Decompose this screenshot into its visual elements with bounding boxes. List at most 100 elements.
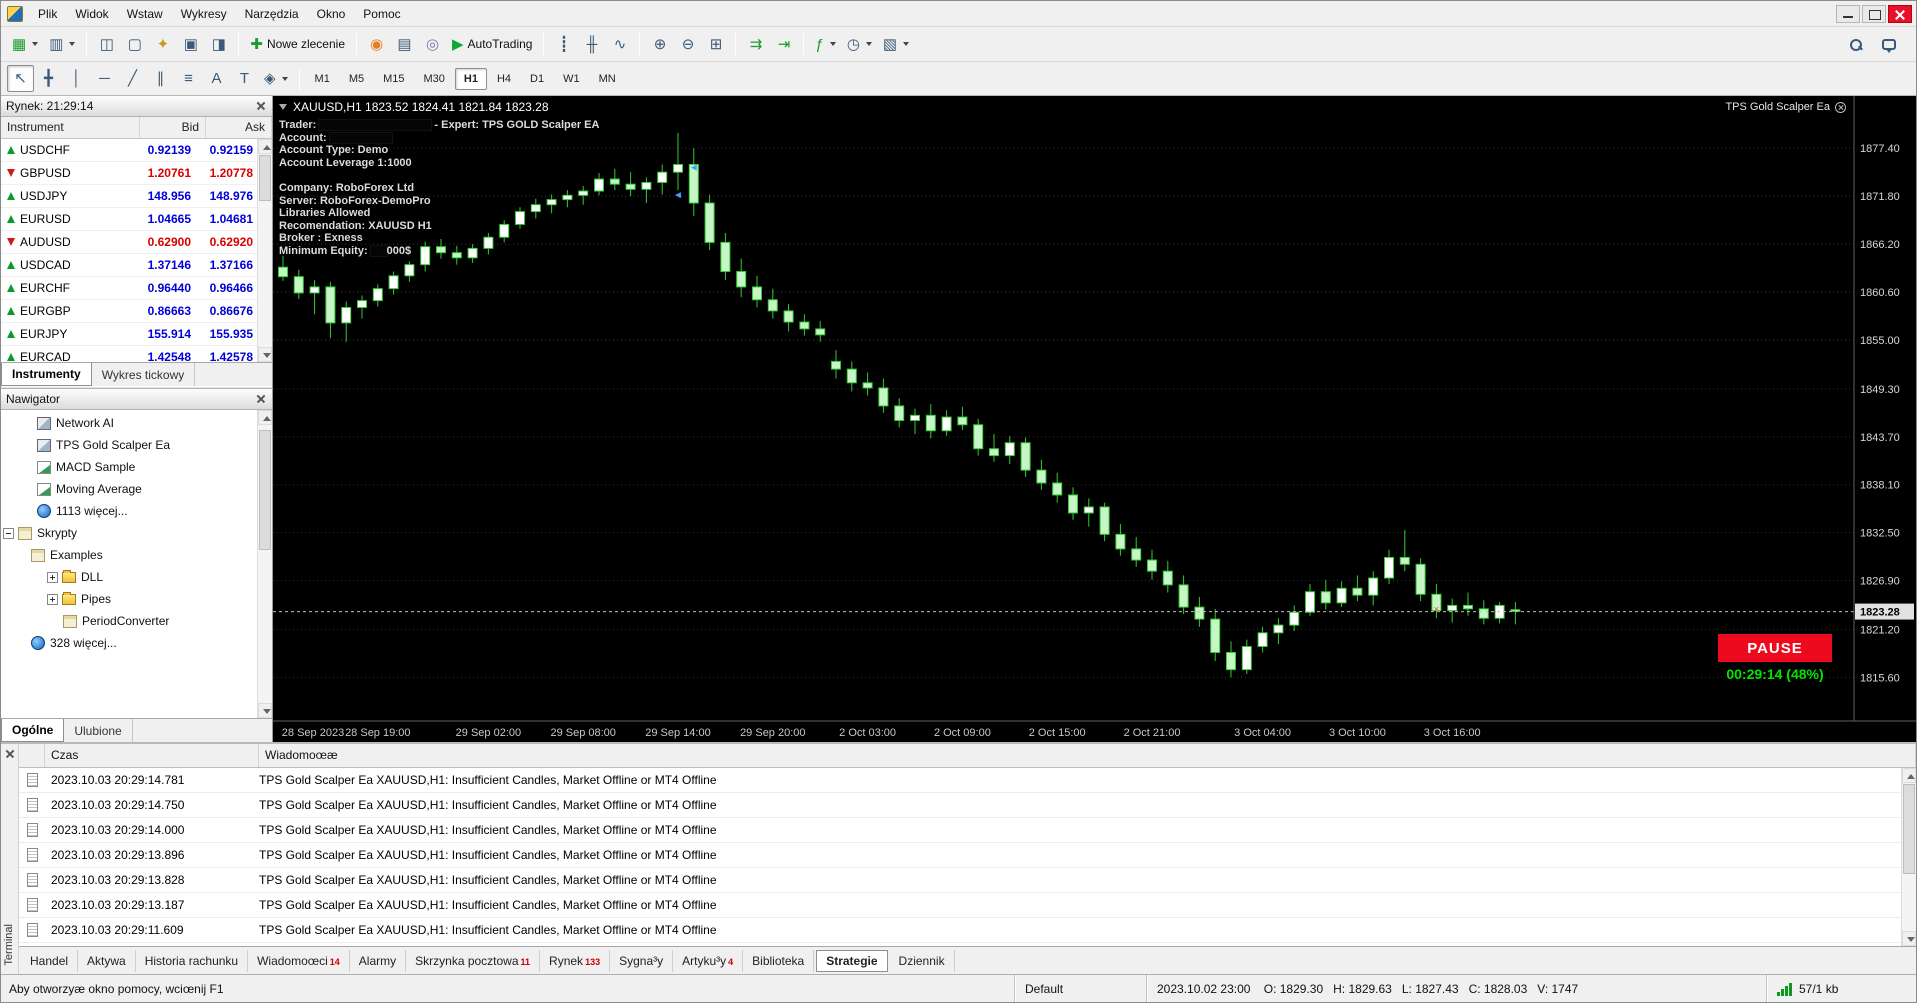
market-watch-row[interactable]: USDCHF 0.92139 0.92159	[1, 139, 272, 162]
navigator-item-dll[interactable]: DLL	[1, 566, 272, 588]
scrollbar-thumb[interactable]	[259, 155, 271, 201]
terminal-tab-rynek[interactable]: Rynek 133	[540, 949, 611, 972]
market-watch-row[interactable]: EURJPY 155.914 155.935	[1, 323, 272, 346]
navigator-item-examples[interactable]: Examples	[1, 544, 272, 566]
navigator-item-network-ai[interactable]: Network AI	[1, 412, 272, 434]
menu-wykresy[interactable]: Wykresy	[172, 3, 236, 25]
column-ask[interactable]: Ask	[206, 117, 272, 138]
terminal-tab-strategie[interactable]: Strategie	[816, 949, 888, 972]
column-bid[interactable]: Bid	[140, 117, 206, 138]
tab-ulubione[interactable]: Ulubione	[64, 719, 133, 742]
tab-instrumenty[interactable]: Instrumenty	[1, 363, 92, 386]
market-watch-row[interactable]: AUDUSD 0.62900 0.62920	[1, 231, 272, 254]
terminal-log-row[interactable]: 2023.10.03 20:29:13.187 TPS Gold Scalper …	[19, 893, 1916, 918]
column-message[interactable]: Wiadomoœæ	[259, 744, 1916, 767]
trendline-button[interactable]: ╱	[119, 65, 146, 92]
chart-line-button[interactable]: ∿	[606, 31, 633, 58]
autotrading-button[interactable]: ▶ AutoTrading	[447, 31, 537, 58]
expand-icon[interactable]	[47, 593, 58, 605]
navigator-item-pipes[interactable]: Pipes	[1, 588, 272, 610]
market-watch-row[interactable]: USDJPY 148.956 148.976	[1, 185, 272, 208]
terminal-tab-alarmy[interactable]: Alarmy	[350, 949, 407, 972]
cursor-button[interactable]: ↖	[7, 65, 34, 92]
timeframe-h4[interactable]: H4	[488, 68, 520, 90]
horizontal-line-button[interactable]: ─	[91, 65, 118, 92]
profiles-button[interactable]: ▥	[44, 31, 80, 58]
navigator-scrollbar[interactable]	[257, 410, 272, 718]
terminal-log-row[interactable]: 2023.10.03 20:29:14.750 TPS Gold Scalper …	[19, 793, 1916, 818]
market-watch-row[interactable]: EURGBP 0.86663 0.86676	[1, 300, 272, 323]
timeframe-m15[interactable]: M15	[374, 68, 413, 90]
scrollbar-thumb[interactable]	[1903, 784, 1915, 874]
chart-candles-button[interactable]: ╫	[578, 31, 605, 58]
chart-bars-button[interactable]: ┋	[550, 31, 577, 58]
maximize-button[interactable]	[1862, 4, 1886, 23]
status-profile[interactable]: Default	[1014, 975, 1146, 1002]
text-label-button[interactable]: T	[231, 65, 258, 92]
data-window-button[interactable]: ▢	[121, 31, 148, 58]
remove-expert-icon[interactable]	[1835, 101, 1846, 113]
scroll-up-icon[interactable]	[258, 410, 272, 425]
zoom-out-button[interactable]: ⊖	[674, 31, 701, 58]
zoom-in-button[interactable]: ⊕	[646, 31, 673, 58]
timeframe-w1[interactable]: W1	[554, 68, 589, 90]
terminal-log-row[interactable]: 2023.10.03 20:29:14.781 TPS Gold Scalper …	[19, 768, 1916, 793]
timeframe-m1[interactable]: M1	[306, 68, 339, 90]
fibonacci-button[interactable]: ≡	[175, 65, 202, 92]
market-watch-row[interactable]: EURCAD 1.42548 1.42578	[1, 346, 272, 362]
app-icon[interactable]	[7, 5, 23, 22]
community-chat-button[interactable]	[1875, 31, 1902, 58]
menu-pomoc[interactable]: Pomoc	[354, 3, 409, 25]
search-button[interactable]	[1842, 31, 1869, 58]
expand-icon[interactable]	[47, 571, 58, 583]
publish-report-button[interactable]: ◎	[419, 31, 446, 58]
tab-og-lne[interactable]: Ogólne	[1, 719, 65, 742]
terminal-toggle-button[interactable]: ▣	[177, 31, 204, 58]
terminal-log-row[interactable]: 2023.10.03 20:29:13.828 TPS Gold Scalper …	[19, 868, 1916, 893]
equidistant-channel-button[interactable]: ∥	[147, 65, 174, 92]
close-icon[interactable]	[255, 393, 267, 405]
one-click-trading-icon[interactable]	[279, 104, 287, 110]
new-order-button[interactable]: ✚ Nowe zlecenie	[245, 31, 350, 58]
menu-widok[interactable]: Widok	[66, 3, 117, 25]
terminal-tab-sygna-y[interactable]: Sygna³y	[610, 949, 674, 972]
timeframe-m30[interactable]: M30	[415, 68, 454, 90]
navigator-item-periodconverter[interactable]: PeriodConverter	[1, 610, 272, 632]
scrollbar-thumb[interactable]	[259, 430, 271, 550]
navigator-item-skrypty[interactable]: Skrypty	[1, 522, 272, 544]
terminal-tab-aktywa[interactable]: Aktywa	[78, 949, 136, 972]
tab-wykres-tickowy[interactable]: Wykres tickowy	[92, 363, 196, 386]
metaeditor-button[interactable]: ◉	[363, 31, 390, 58]
timeframe-h1[interactable]: H1	[454, 67, 487, 90]
terminal-log-row[interactable]: 2023.10.03 20:29:14.000 TPS Gold Scalper …	[19, 818, 1916, 843]
terminal-tab-handel[interactable]: Handel	[21, 949, 79, 972]
chart-shift-button[interactable]: ⇥	[770, 31, 797, 58]
new-chart-button[interactable]: ▦	[7, 31, 43, 58]
templates-button[interactable]: ▧	[878, 31, 914, 58]
terminal-tab-skrzynka-pocztowa[interactable]: Skrzynka pocztowa 11	[406, 949, 541, 972]
scroll-down-icon[interactable]	[258, 703, 272, 718]
text-button[interactable]: A	[203, 65, 230, 92]
timeframe-mn[interactable]: MN	[590, 68, 625, 90]
crosshair-button[interactable]: ╋	[35, 65, 62, 92]
navigator-item-1113-wi-cej-[interactable]: 1113 więcej...	[1, 500, 272, 522]
arrows-dropdown-button[interactable]: ◈	[259, 65, 293, 92]
market-watch-row[interactable]: GBPUSD 1.20761 1.20778	[1, 162, 272, 185]
navigator-item-macd-sample[interactable]: MACD Sample	[1, 456, 272, 478]
auto-scroll-button[interactable]: ⇉	[742, 31, 769, 58]
timeframe-m5[interactable]: M5	[340, 68, 373, 90]
minimize-button[interactable]	[1836, 4, 1860, 23]
indicators-button[interactable]: ƒ	[810, 31, 840, 58]
tile-windows-button[interactable]: ⊞	[702, 31, 729, 58]
market-watch-scrollbar[interactable]	[257, 139, 272, 362]
column-instrument[interactable]: Instrument	[1, 117, 140, 138]
market-watch-row[interactable]: EURCHF 0.96440 0.96466	[1, 277, 272, 300]
terminal-tab-historia-rachunku[interactable]: Historia rachunku	[136, 949, 249, 972]
close-button[interactable]	[1888, 4, 1912, 23]
terminal-scrollbar[interactable]	[1901, 768, 1916, 946]
terminal-tab-dziennik[interactable]: Dziennik	[890, 949, 955, 972]
menu-okno[interactable]: Okno	[308, 3, 355, 25]
scroll-up-icon[interactable]	[258, 139, 272, 154]
close-icon[interactable]	[4, 748, 16, 760]
terminal-log-row[interactable]: 2023.10.03 20:29:11.609 TPS Gold Scalper …	[19, 918, 1916, 943]
